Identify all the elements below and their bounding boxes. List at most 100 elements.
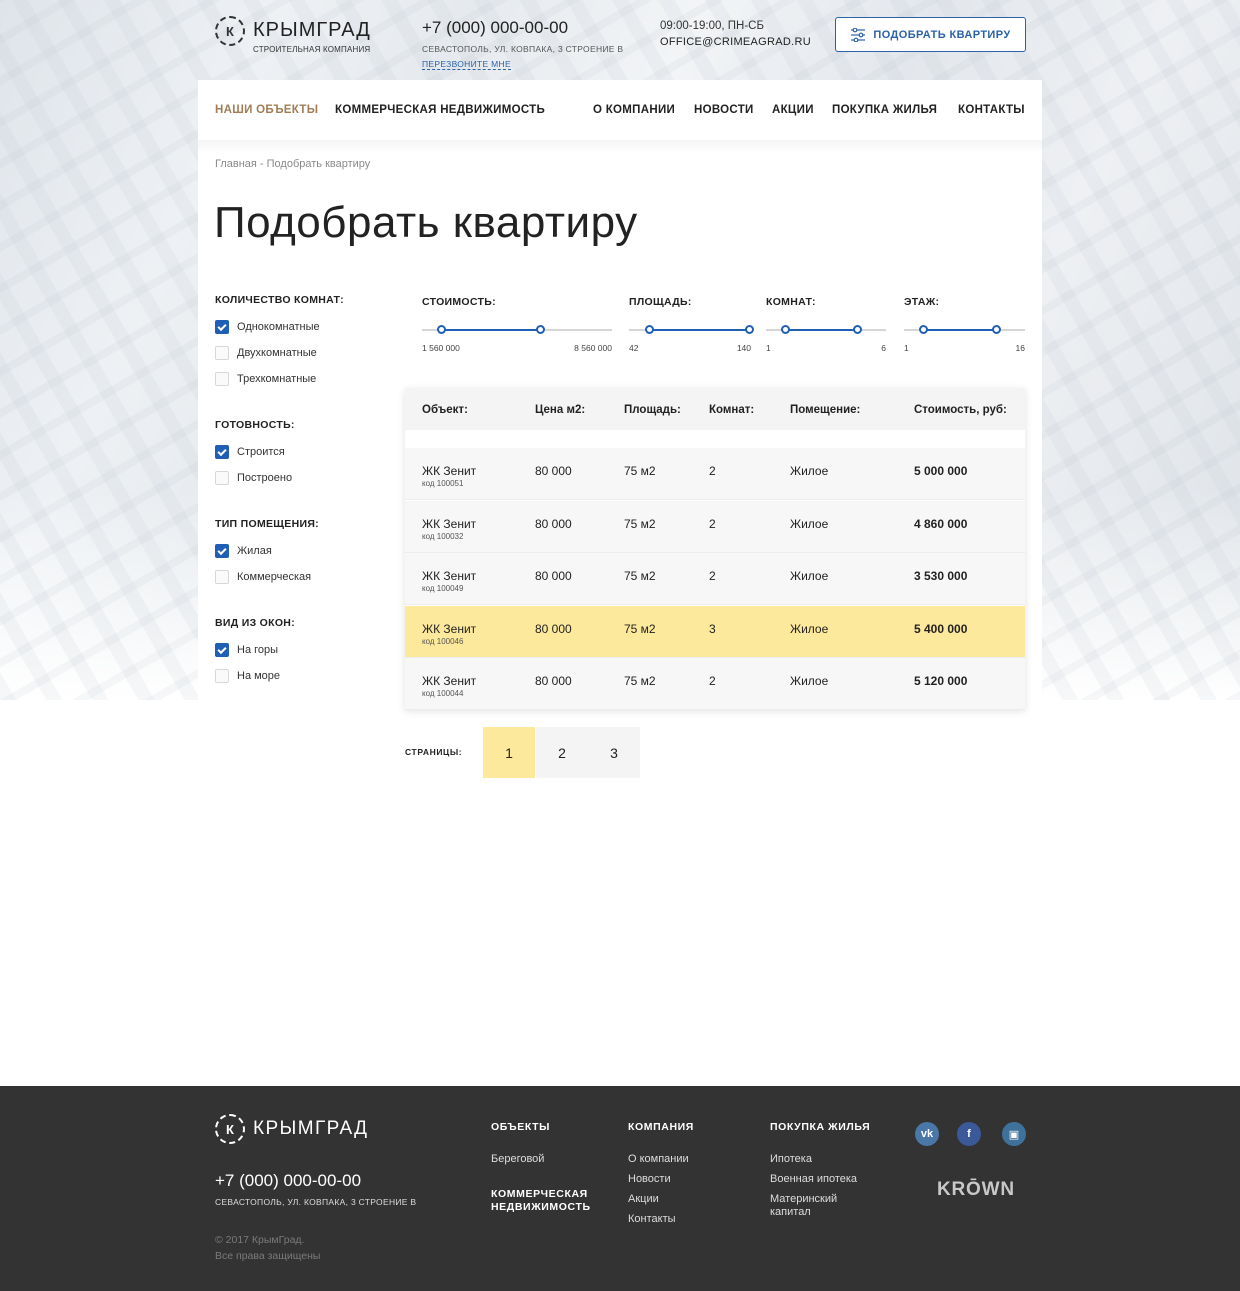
footer-link-about[interactable]: О компании (628, 1153, 748, 1166)
slider-min-value: 42 (629, 343, 639, 353)
footer-address: СЕВАСТОПОЛЬ, УЛ. КОВПАКА, 3 СТРОЕНИЕ В (215, 1197, 417, 1207)
footer-link-contacts[interactable]: Контакты (628, 1213, 748, 1226)
filter-title: ВИД ИЗ ОКОН: (215, 617, 295, 629)
cell-premises: Жилое (790, 569, 829, 583)
footer-link-news[interactable]: Новости (628, 1173, 748, 1186)
cell-price-m2: 80 000 (535, 674, 572, 688)
footer-link-beregovoy[interactable]: Береговой (491, 1153, 611, 1166)
checkbox-one-room[interactable]: Однокомнатные (215, 320, 344, 334)
nav-item-our-objects[interactable]: НАШИ ОБЪЕКТЫ (215, 104, 318, 116)
cell-price-m2: 80 000 (535, 569, 572, 583)
filter-premises-type: ТИП ПОМЕЩЕНИЯ: Жилая Коммерческая (215, 518, 319, 584)
logo[interactable]: К КРЫМГРАД СТРОИТЕЛЬНАЯ КОМПАНИЯ (215, 16, 371, 54)
pick-apartment-button[interactable]: ПОДОБРАТЬ КВАРТИРУ (835, 17, 1026, 52)
checkbox[interactable] (215, 643, 229, 657)
filter-title: ГОТОВНОСТЬ: (215, 419, 295, 431)
page-button-1[interactable]: 1 (483, 727, 535, 778)
checkbox[interactable] (215, 320, 229, 334)
checkbox-built[interactable]: Построено (215, 471, 295, 485)
slider-title: ЭТАЖ: (904, 296, 940, 308)
nav-item-commercial[interactable]: КОММЕРЧЕСКАЯ НЕДВИЖИМОСТЬ (335, 104, 545, 116)
table-row[interactable]: ЖК Зенит 80 000 75 м2 2 Жилое 4 860 000 код 10… (405, 500, 1025, 553)
cell-area: 75 м2 (624, 464, 656, 478)
nav-item-promos[interactable]: АКЦИИ (772, 104, 814, 116)
page-button-2[interactable]: 2 (536, 727, 588, 778)
slider-track[interactable] (422, 325, 612, 334)
slider-max-value: 6 (881, 343, 886, 353)
checkbox[interactable] (215, 372, 229, 386)
table-row[interactable]: ЖК Зенит 80 000 75 м2 2 Жилое 5 120 000 код 10… (405, 658, 1025, 710)
col-header-rooms[interactable]: Комнат: (709, 404, 754, 416)
cell-price: 5 000 000 (914, 464, 968, 478)
checkbox[interactable] (215, 669, 229, 683)
slider-thumb-max[interactable] (991, 325, 1001, 334)
checkbox-sea[interactable]: На море (215, 669, 295, 683)
cell-price: 4 860 000 (914, 516, 968, 531)
header-phone[interactable]: +7 (000) 000-00-00 (422, 18, 623, 38)
slider-thumb-min[interactable] (781, 325, 791, 334)
footer-link-promos[interactable]: Акции (628, 1193, 748, 1206)
header-email[interactable]: OFFICE@CRIMEAGRAD.RU (660, 36, 811, 48)
nav-divider (198, 140, 1042, 154)
nav-item-about[interactable]: О КОМПАНИИ (593, 104, 675, 116)
slider-track[interactable] (629, 325, 754, 334)
slider-thumb-max[interactable] (535, 325, 545, 334)
slider-track[interactable] (904, 325, 1025, 334)
slider-fill (648, 329, 749, 331)
slider-thumb-min[interactable] (644, 325, 654, 334)
working-hours: 09:00-19:00, ПН-СБ (660, 20, 765, 32)
col-header-area[interactable]: Площадь: (624, 404, 681, 416)
table-row[interactable]: ЖК Зенит 80 000 75 м2 2 Жилое 5 000 000 код 10… (405, 448, 1025, 500)
slider-fill (785, 329, 858, 331)
footer-link-maternity-capital[interactable]: Материнский капитал (770, 1193, 880, 1219)
slider-track[interactable] (766, 325, 886, 334)
footer-link-military-mortgage[interactable]: Военная ипотека (770, 1173, 880, 1186)
table-row[interactable]: ЖК Зенит 80 000 75 м2 2 Жилое 3 530 000 код 10… (405, 553, 1025, 605)
checkbox-under-construction[interactable]: Строится (215, 445, 295, 459)
nav-item-contacts[interactable]: КОНТАКТЫ (958, 104, 1025, 116)
breadcrumb[interactable]: Главная - Подобрать квартиру (215, 158, 370, 170)
checkbox-two-room[interactable]: Двухкомнатные (215, 346, 344, 360)
developer-logo[interactable]: KRŌWN (937, 1179, 1015, 1201)
checkbox[interactable] (215, 570, 229, 584)
nav-item-news[interactable]: НОВОСТИ (694, 104, 754, 116)
footer-col-company: КОМПАНИЯ О компании Новости Акции Контак… (628, 1121, 748, 1226)
page-title: Подобрать квартиру (214, 198, 638, 247)
checkbox-residential[interactable]: Жилая (215, 544, 319, 558)
instagram-icon[interactable]: ▣ (1002, 1122, 1026, 1146)
footer-link-commercial[interactable]: КОММЕРЧЕСКАЯ НЕДВИЖИМОСТЬ (491, 1188, 611, 1214)
cell-price-m2: 80 000 (535, 464, 572, 478)
filter-readiness: ГОТОВНОСТЬ: Строится Построено (215, 419, 295, 485)
callback-link[interactable]: ПЕРЕЗВОНИТЕ МНЕ (422, 59, 511, 70)
checkbox[interactable] (215, 544, 229, 558)
checkbox[interactable] (215, 445, 229, 459)
slider-thumb-min[interactable] (437, 325, 446, 334)
col-header-premises[interactable]: Помещение: (790, 404, 860, 416)
col-header-object[interactable]: Объект: (422, 404, 468, 416)
cell-rooms: 2 (709, 569, 716, 583)
col-header-price-m2[interactable]: Цена м2: (535, 404, 585, 416)
footer-link-mortgage[interactable]: Ипотека (770, 1153, 880, 1166)
footer-col-title: КОМПАНИЯ (628, 1121, 694, 1133)
facebook-icon[interactable]: f (957, 1122, 981, 1146)
slider-thumb-max[interactable] (744, 325, 754, 334)
cell-code: код 100049 (422, 584, 464, 593)
footer-phone[interactable]: +7 (000) 000-00-00 (215, 1171, 361, 1191)
col-header-price[interactable]: Стоимость, руб: (914, 404, 1007, 416)
slider-max-value: 16 (1015, 343, 1025, 353)
vk-icon[interactable]: vk (915, 1122, 939, 1146)
checkbox[interactable] (215, 471, 229, 485)
slider-thumb-max[interactable] (853, 325, 863, 334)
checkbox-mountains[interactable]: На горы (215, 643, 295, 657)
page-button-3[interactable]: 3 (588, 727, 640, 778)
nav-item-buying[interactable]: ПОКУПКА ЖИЛЬЯ (832, 104, 937, 116)
footer-logo[interactable]: К КРЫМГРАД (215, 1114, 368, 1144)
cell-code: код 100032 (422, 531, 464, 541)
table-row[interactable]: ЖК Зенит 80 000 75 м2 3 Жилое 5 400 000 код 10… (405, 605, 1025, 658)
checkbox-commercial[interactable]: Коммерческая (215, 570, 319, 584)
slider-thumb-min[interactable] (919, 325, 929, 334)
site-footer: К КРЫМГРАД +7 (000) 000-00-00 СЕВАСТОПОЛ… (0, 1086, 1240, 1291)
slider-title: ПЛОЩАДЬ: (629, 296, 692, 308)
checkbox-three-room[interactable]: Трехкомнатные (215, 372, 344, 386)
checkbox[interactable] (215, 346, 229, 360)
